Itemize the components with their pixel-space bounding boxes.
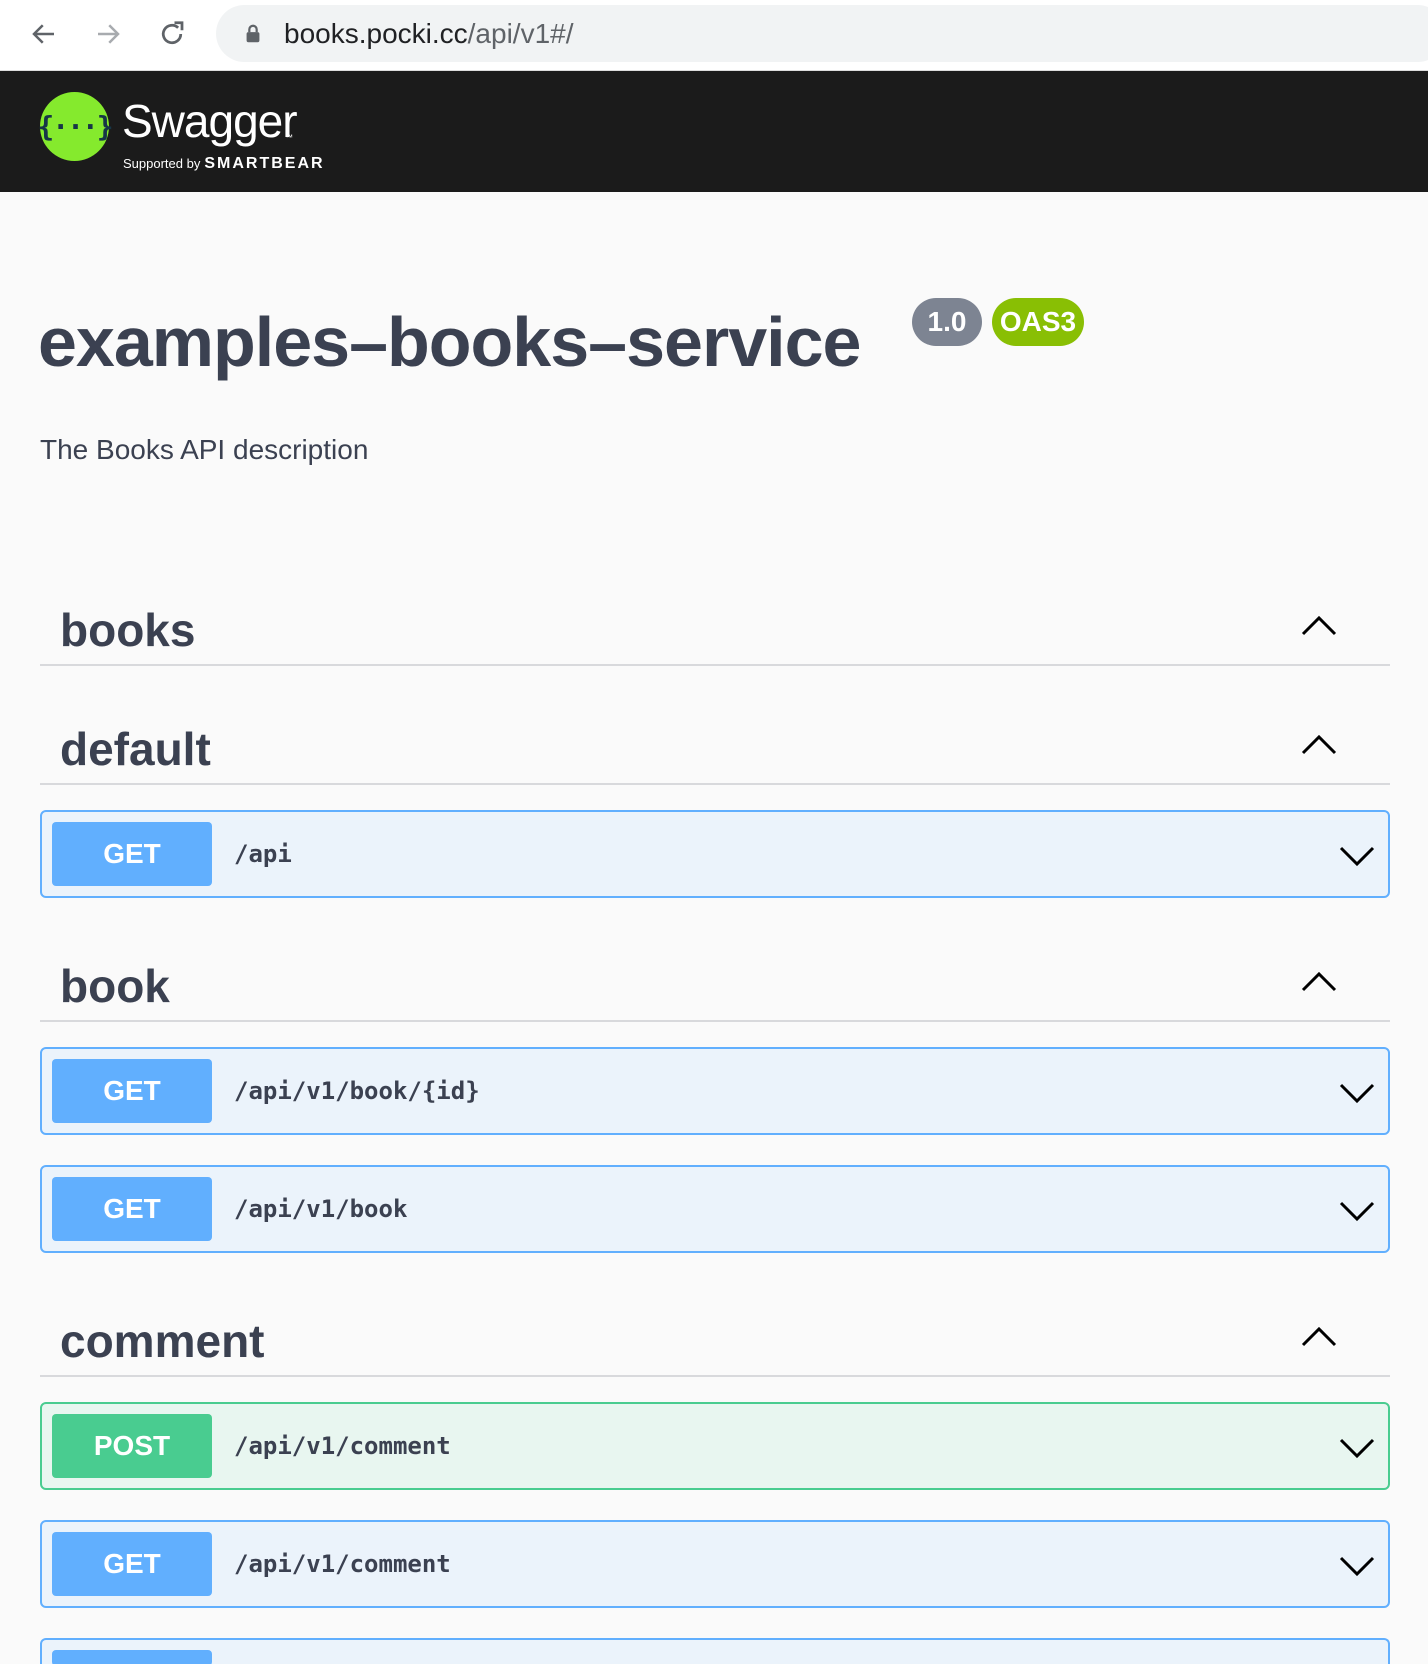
method-badge: GET: [52, 822, 212, 886]
chevron-down-icon: [1339, 1201, 1375, 1222]
operation-get-comment[interactable]: GET /api/v1/comment: [40, 1520, 1390, 1608]
tag-name: default: [60, 723, 211, 775]
reload-icon: [161, 21, 184, 45]
tag-header-book[interactable]: book: [40, 942, 1390, 1022]
operation-partial[interactable]: [40, 1638, 1390, 1664]
brand-support: Supported by SMARTBEAR: [123, 155, 325, 173]
tag-name: comment: [60, 1315, 265, 1367]
api-description: The Books API description: [40, 434, 369, 465]
swagger-logo-icon[interactable]: {···}: [37, 92, 114, 161]
tag-name: book: [60, 960, 170, 1012]
operation-path: /api/v1/book/{id}: [234, 1077, 480, 1105]
supported-by-text: Supported by: [123, 156, 201, 171]
operation-path: /api/v1/comment: [234, 1550, 451, 1578]
chevron-down-icon: [1339, 1438, 1375, 1459]
arrow-left-icon: [32, 24, 54, 44]
oas-badge: OAS3: [992, 298, 1084, 346]
operation-path: /api: [234, 840, 292, 868]
operation-path: /api/v1/book: [234, 1195, 408, 1223]
method-badge: POST: [52, 1414, 212, 1478]
arrow-right-icon: [98, 24, 120, 44]
brand-trademark: ™: [285, 133, 293, 142]
lock-icon: [246, 24, 260, 43]
method-badge: [52, 1650, 212, 1664]
tag-name: books: [60, 604, 196, 656]
version-badge: 1.0: [912, 298, 982, 346]
brand-name: Swagger: [122, 95, 298, 147]
tag-header-books[interactable]: books: [40, 586, 1390, 666]
method-badge: GET: [52, 1059, 212, 1123]
operation-path: /api/v1/comment: [234, 1432, 451, 1460]
chevron-up-icon: [1301, 734, 1337, 755]
method-badge: GET: [52, 1177, 212, 1241]
chevron-up-icon: [1301, 615, 1337, 636]
browser-toolbar: books.pocki.cc/api/v1#/: [0, 0, 1428, 71]
operation-get-api[interactable]: GET /api: [40, 810, 1390, 898]
url-text: books.pocki.cc/api/v1#/: [284, 18, 574, 50]
tag-header-default[interactable]: default: [40, 705, 1390, 785]
operation-get-book-by-id[interactable]: GET /api/v1/book/{id}: [40, 1047, 1390, 1135]
chevron-up-icon: [1301, 1326, 1337, 1347]
reload-button[interactable]: [152, 14, 192, 54]
operation-get-books[interactable]: GET /api/v1/book: [40, 1165, 1390, 1253]
url-host: books.pocki.cc: [284, 18, 468, 49]
forward-button[interactable]: [88, 14, 128, 54]
operation-post-comment[interactable]: POST /api/v1/comment: [40, 1402, 1390, 1490]
tag-header-comment[interactable]: comment: [40, 1297, 1390, 1377]
address-bar[interactable]: books.pocki.cc/api/v1#/: [216, 5, 1428, 62]
method-badge: GET: [52, 1532, 212, 1596]
chevron-down-icon: [1339, 846, 1375, 867]
smartbear-text: SMARTBEAR: [204, 155, 325, 172]
chevron-up-icon: [1301, 971, 1337, 992]
url-path: /api/v1#/: [467, 18, 574, 49]
chevron-down-icon: [1339, 1083, 1375, 1104]
chevron-down-icon: [1339, 1556, 1375, 1577]
swagger-topbar: {···} Swagger ™ Supported by SMARTBEAR: [0, 71, 1428, 192]
back-button[interactable]: [24, 14, 64, 54]
api-title: examples–books–service: [38, 303, 861, 381]
